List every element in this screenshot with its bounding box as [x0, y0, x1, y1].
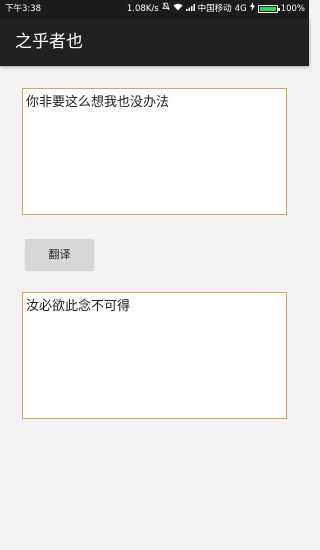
status-indicators: 1.08K/s 中国移动 4G 100%: [127, 0, 305, 18]
wifi-icon: [173, 0, 183, 18]
charging-icon: [249, 0, 255, 18]
battery-fill: [259, 7, 276, 11]
app-bar: 之乎者也: [0, 18, 309, 66]
input-text-field[interactable]: 你非要这么想我也没办法: [22, 88, 287, 215]
app-title: 之乎者也: [15, 32, 83, 52]
battery-percent: 100%: [280, 4, 305, 14]
mute-icon: [161, 0, 170, 18]
status-time: 下午3:38: [5, 4, 42, 14]
battery-icon: [257, 5, 280, 13]
carrier-label: 中国移动: [197, 4, 232, 14]
translate-button[interactable]: 翻译: [25, 239, 94, 270]
network-speed: 1.08K/s: [126, 4, 159, 14]
network-type: 4G: [234, 4, 247, 14]
output-text-field[interactable]: 汝必欲此念不可得: [22, 292, 287, 419]
signal-icon: [185, 0, 195, 18]
status-bar: 下午3:38 1.08K/s 中国移动 4G 100%: [0, 0, 309, 18]
